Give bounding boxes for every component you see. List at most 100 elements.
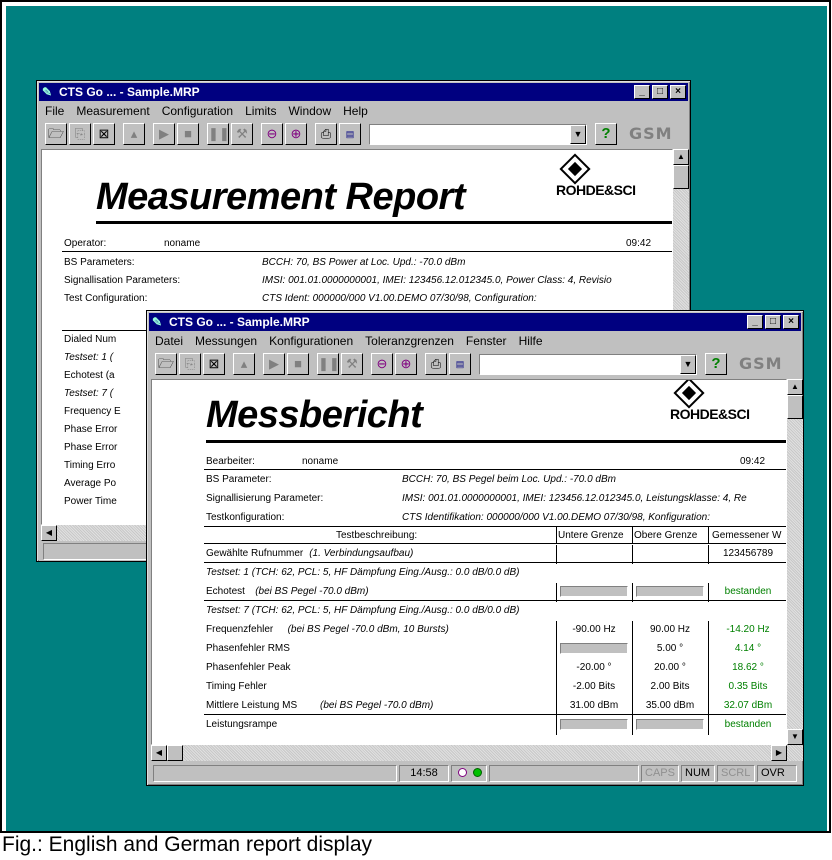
scroll-left-icon[interactable]: ◀	[151, 745, 167, 761]
limit-placeholder-box	[560, 586, 628, 597]
report-title: Measurement Report	[96, 176, 465, 218]
horizontal-scrollbar[interactable]: ◀	[41, 525, 161, 541]
view-icon[interactable]: ▤	[339, 123, 361, 145]
chevron-down-icon[interactable]: ▼	[680, 355, 696, 374]
menu-configuration[interactable]: Configuration	[156, 102, 239, 120]
minimize-button[interactable]: _	[634, 85, 650, 99]
play-icon[interactable]: ▶	[153, 123, 175, 145]
table-cell-measured: 0.35 Bits	[728, 681, 768, 692]
maximize-button[interactable]: □	[652, 85, 668, 99]
status-indicators	[451, 765, 487, 782]
table-cell-measured: 4.14 °	[734, 643, 762, 654]
close-button[interactable]: ×	[783, 315, 799, 329]
scroll-up-icon[interactable]: ▲	[673, 149, 689, 165]
table-row-note: (bei BS Pegel -70.0 dBm, 10 Bursts)	[287, 624, 449, 635]
scroll-up-icon[interactable]: ▲	[787, 379, 803, 395]
tools-icon[interactable]: ⚒	[231, 123, 253, 145]
zoom-in-icon[interactable]: ⊕	[395, 353, 417, 375]
scroll-thumb[interactable]	[673, 165, 689, 189]
list-item: Testset: 1 (	[64, 352, 114, 363]
zoom-in-icon[interactable]: ⊕	[285, 123, 307, 145]
company-name: ROHDE&SCI	[556, 182, 636, 198]
table-cell-measured: bestanden	[724, 586, 772, 597]
stop-icon[interactable]: ■	[287, 353, 309, 375]
list-item: Echotest (a	[64, 370, 115, 381]
menu-limits[interactable]: Limits	[239, 102, 282, 120]
horizontal-scrollbar[interactable]: ◀ ▶	[151, 745, 803, 761]
column-divider	[556, 640, 557, 659]
delete-icon[interactable]: ⊠	[93, 123, 115, 145]
limit-placeholder-box	[636, 586, 704, 597]
menu-toleranzgrenzen[interactable]: Toleranzgrenzen	[359, 332, 460, 350]
vertical-scrollbar[interactable]: ▲ ▼	[787, 379, 803, 745]
menu-file[interactable]: File	[39, 102, 70, 120]
menu-messungen[interactable]: Messungen	[189, 332, 263, 350]
zoom-out-icon[interactable]: ⊖	[261, 123, 283, 145]
scroll-lock-indicator: SCRL	[717, 765, 755, 782]
menu-window[interactable]: Window	[282, 102, 337, 120]
german-title-bar[interactable]: ✎ CTS Go ... - Sample.MRP _ □ ×	[149, 313, 801, 331]
german-toolbar: 🗁 ⎘ ⊠ ▴ ▶ ■ ❚❚ ⚒ ⊖ ⊕ ⎙ ▤ ▼ ? GSM	[149, 351, 801, 377]
table-cell-measured: -14.20 Hz	[726, 624, 770, 635]
copy-icon[interactable]: ⎘	[179, 353, 201, 375]
step-icon[interactable]: ▴	[233, 353, 255, 375]
menu-hilfe[interactable]: Hilfe	[513, 332, 549, 350]
signalling-value: IMSI: 001.01.0000000001, IMEI: 123456.12…	[262, 275, 612, 286]
menu-konfigurationen[interactable]: Konfigurationen	[263, 332, 359, 350]
pause-icon[interactable]: ❚❚	[317, 353, 340, 375]
maximize-button[interactable]: □	[765, 315, 781, 329]
scroll-thumb[interactable]	[787, 395, 803, 419]
stop-icon[interactable]: ■	[177, 123, 199, 145]
close-button[interactable]: ×	[670, 85, 686, 99]
english-title-bar[interactable]: ✎ CTS Go ... - Sample.MRP _ □ ×	[39, 83, 688, 101]
german-report-window[interactable]: ✎ CTS Go ... - Sample.MRP _ □ × Datei Me…	[146, 310, 804, 786]
menu-fenster[interactable]: Fenster	[460, 332, 513, 350]
open-icon[interactable]: 🗁	[155, 353, 177, 375]
step-icon[interactable]: ▴	[123, 123, 145, 145]
chevron-down-icon[interactable]: ▼	[570, 125, 586, 144]
table-row-description: Phasenfehler Peak	[206, 662, 291, 673]
delete-icon[interactable]: ⊠	[203, 353, 225, 375]
report-selector-dropdown[interactable]: ▼	[479, 354, 697, 375]
rohde-schwarz-logo: ROHDE&SCI	[556, 153, 672, 210]
table-cell-measured: bestanden	[724, 719, 772, 730]
limit-placeholder-box	[636, 719, 704, 730]
bs-parameters-label: BS Parameters:	[64, 257, 135, 268]
test-config-label: Testkonfiguration:	[206, 512, 285, 523]
help-icon[interactable]: ?	[705, 353, 727, 375]
open-icon[interactable]: 🗁	[45, 123, 67, 145]
column-header-lower-limit: Untere Grenze	[558, 530, 624, 541]
pause-icon[interactable]: ❚❚	[207, 123, 230, 145]
scroll-right-icon[interactable]: ▶	[771, 745, 787, 761]
print-icon[interactable]: ⎙	[425, 353, 447, 375]
list-item: Phase Error	[64, 424, 118, 435]
company-name: ROHDE&SCI	[670, 406, 750, 422]
scroll-left-icon[interactable]: ◀	[41, 525, 57, 541]
table-row-description: Gewählte Rufnummer	[206, 548, 304, 559]
table-cell-upper: 90.00 Hz	[649, 624, 691, 635]
list-item: Power Time	[64, 496, 117, 507]
minimize-button[interactable]: _	[747, 315, 763, 329]
zoom-out-icon[interactable]: ⊖	[371, 353, 393, 375]
column-divider	[632, 716, 633, 735]
table-cell-upper: 35.00 dBm	[645, 700, 695, 711]
print-icon[interactable]: ⎙	[315, 123, 337, 145]
view-icon[interactable]: ▤	[449, 353, 471, 375]
operator-value: noname	[302, 456, 339, 467]
test-config-value: CTS Ident: 000000/000 V1.00.DEMO 07/30/9…	[262, 293, 537, 304]
menu-help[interactable]: Help	[337, 102, 374, 120]
menu-measurement[interactable]: Measurement	[70, 102, 155, 120]
copy-icon[interactable]: ⎘	[69, 123, 91, 145]
german-window-title: CTS Go ... - Sample.MRP	[169, 315, 310, 329]
scroll-down-icon[interactable]: ▼	[787, 729, 803, 745]
play-icon[interactable]: ▶	[263, 353, 285, 375]
help-icon[interactable]: ?	[595, 123, 617, 145]
table-cell-lower: -2.00 Bits	[572, 681, 616, 692]
tools-icon[interactable]: ⚒	[341, 353, 363, 375]
menu-datei[interactable]: Datei	[149, 332, 189, 350]
app-icon: ✎	[152, 315, 163, 329]
table-row-note: (bei BS Pegel -70.0 dBm)	[255, 586, 369, 597]
scroll-thumb[interactable]	[167, 745, 183, 761]
signalling-label: Signallisierung Parameter:	[206, 493, 324, 504]
report-selector-dropdown[interactable]: ▼	[369, 124, 587, 145]
